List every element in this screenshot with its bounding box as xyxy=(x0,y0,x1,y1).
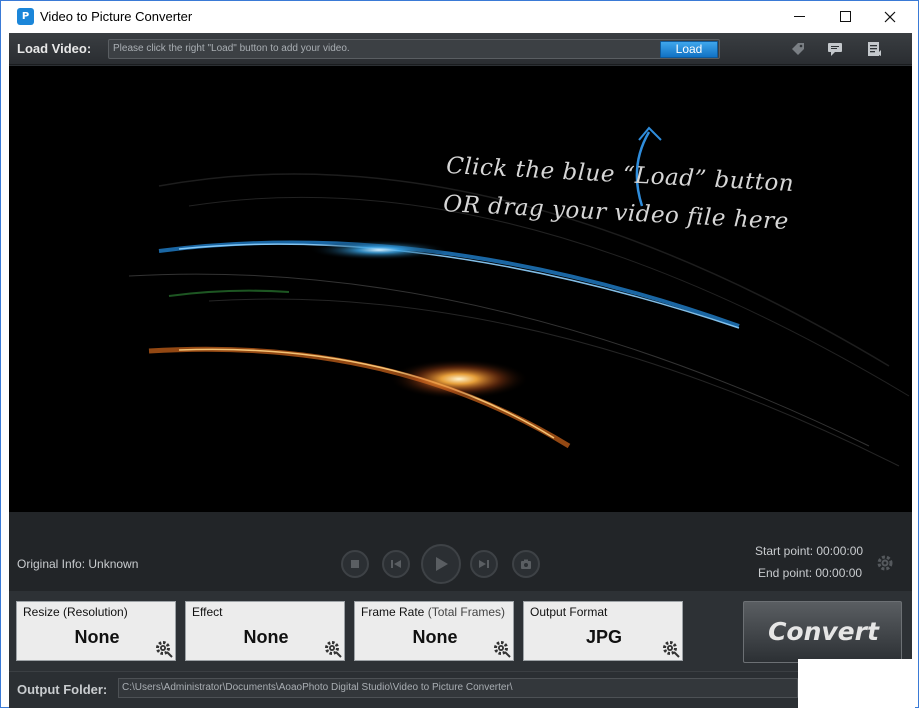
window-title: Video to Picture Converter xyxy=(40,9,193,24)
load-button[interactable]: Load xyxy=(660,41,718,58)
load-toolbar: Load Video: Please click the right "Load… xyxy=(9,33,912,65)
output-format-settings-gear-icon[interactable] xyxy=(662,640,680,658)
close-icon xyxy=(884,11,896,23)
stop-button[interactable] xyxy=(341,550,369,578)
title-bar: P Video to Picture Converter xyxy=(1,1,918,33)
next-frame-button[interactable] xyxy=(470,550,498,578)
convert-button[interactable]: Convert xyxy=(743,601,902,663)
snapshot-button[interactable] xyxy=(512,550,540,578)
output-folder-bar: Output Folder: C:\Users\Administrator\Do… xyxy=(9,671,912,708)
app-window: P Video to Picture Converter Load Video:… xyxy=(0,0,919,708)
resize-settings-gear-icon[interactable] xyxy=(155,640,173,658)
convert-label: Convert xyxy=(768,617,879,646)
frame-rate-settings-gear-icon[interactable] xyxy=(493,640,511,658)
close-button[interactable] xyxy=(867,1,913,33)
play-icon xyxy=(436,557,448,571)
play-button[interactable] xyxy=(421,544,461,584)
resize-panel[interactable]: Resize (Resolution) None xyxy=(16,601,176,661)
effect-label: Effect xyxy=(192,605,223,619)
output-format-panel[interactable]: Output Format JPG xyxy=(523,601,683,661)
previous-icon xyxy=(391,560,401,568)
output-folder-label: Output Folder: xyxy=(17,682,108,697)
frame-rate-label: Frame Rate (Total Frames) xyxy=(361,605,505,619)
light-streaks-graphic xyxy=(128,126,910,467)
output-format-label: Output Format xyxy=(530,605,608,619)
resize-value: None xyxy=(74,627,120,647)
video-preview-area[interactable]: Click the blue “Load” button OR drag you… xyxy=(9,66,912,512)
output-format-value: JPG xyxy=(585,627,623,647)
frame-rate-label-sub: (Total Frames) xyxy=(427,605,506,619)
frame-rate-panel[interactable]: Frame Rate (Total Frames) None xyxy=(354,601,514,661)
original-info: Original Info: Unknown xyxy=(17,557,139,571)
chat-icon[interactable] xyxy=(827,41,843,57)
camera-icon xyxy=(521,559,531,569)
app-body: Load Video: Please click the right "Load… xyxy=(9,33,912,708)
previous-frame-button[interactable] xyxy=(382,550,410,578)
output-folder-input[interactable]: C:\Users\Administrator\Documents\AoaoPho… xyxy=(118,678,798,698)
effect-settings-gear-icon[interactable] xyxy=(324,640,342,658)
frame-rate-label-main: Frame Rate xyxy=(361,605,425,619)
load-video-label: Load Video: xyxy=(17,41,92,56)
maximize-button[interactable] xyxy=(822,1,868,33)
effect-value: None xyxy=(243,627,289,647)
list-icon[interactable] xyxy=(866,41,882,57)
video-path-input[interactable]: Please click the right "Load" button to … xyxy=(108,39,720,59)
trim-settings-gear-icon[interactable] xyxy=(876,554,894,572)
next-icon xyxy=(479,560,489,568)
resize-label: Resize (Resolution) xyxy=(23,605,128,619)
minimize-button[interactable] xyxy=(776,1,822,33)
blank-area xyxy=(798,659,915,708)
stop-icon xyxy=(351,560,359,568)
frame-rate-value: None xyxy=(412,627,458,647)
end-point: End point: 00:00:00 xyxy=(758,566,863,580)
effect-panel[interactable]: Effect None xyxy=(185,601,345,661)
playback-controls: Original Info: Unknown Start point: 00:0… xyxy=(9,512,912,591)
app-logo-icon: P xyxy=(17,8,34,25)
start-point: Start point: 00:00:00 xyxy=(755,544,864,558)
tag-icon[interactable] xyxy=(790,41,806,57)
